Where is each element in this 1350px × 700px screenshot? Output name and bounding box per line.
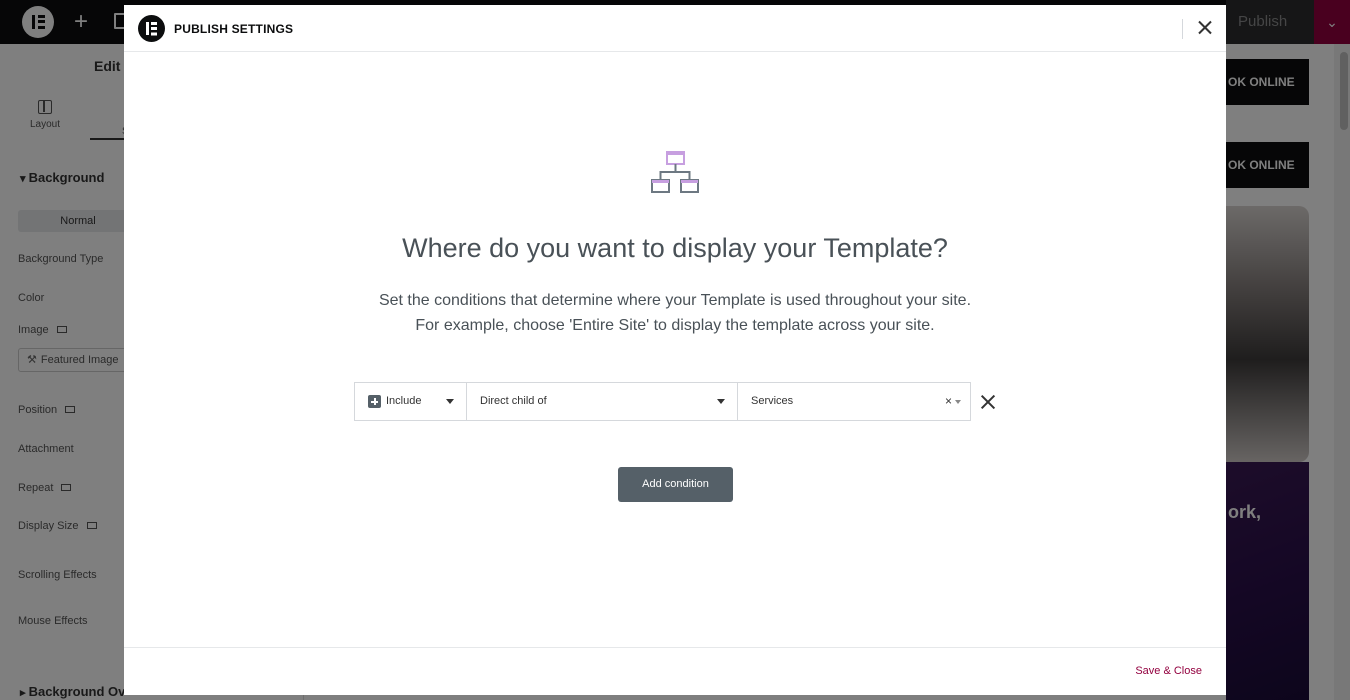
condition-sub-value: Direct child of	[480, 395, 547, 407]
close-icon[interactable]	[1194, 17, 1216, 39]
header-divider	[1182, 19, 1183, 39]
condition-row: Include Direct child of Services ×	[354, 382, 971, 421]
condition-sub-select[interactable]: Direct child of	[467, 383, 738, 420]
include-plus-icon	[368, 395, 381, 408]
description-line: Set the conditions that determine where …	[378, 292, 972, 309]
sitemap-icon	[651, 151, 699, 193]
modal-heading: Where do you want to display your Templa…	[402, 233, 948, 263]
condition-value-text: Services	[751, 395, 794, 407]
modal-description: Set the conditions that determine where …	[124, 288, 1226, 338]
save-and-close-button[interactable]: Save & Close	[1135, 665, 1202, 677]
chevron-down-icon	[446, 399, 454, 404]
clear-selection-icon[interactable]: ×	[945, 383, 952, 420]
modal-header: PUBLISH SETTINGS	[124, 5, 1226, 52]
condition-value-select[interactable]: Services ×	[738, 383, 970, 420]
condition-type-select[interactable]: Include	[355, 383, 467, 420]
elementor-logo-icon	[138, 15, 165, 42]
modal-title: PUBLISH SETTINGS	[174, 22, 294, 36]
publish-settings-modal: PUBLISH SETTINGS Where do you want to di…	[124, 5, 1226, 695]
condition-type-value: Include	[386, 395, 422, 407]
description-line: For example, choose 'Entire Site' to dis…	[415, 317, 935, 334]
remove-condition-icon[interactable]	[980, 394, 996, 410]
add-condition-button[interactable]: Add condition	[618, 467, 733, 502]
chevron-down-icon	[717, 399, 725, 404]
chevron-down-icon	[955, 400, 961, 404]
modal-footer: Save & Close	[124, 647, 1226, 695]
